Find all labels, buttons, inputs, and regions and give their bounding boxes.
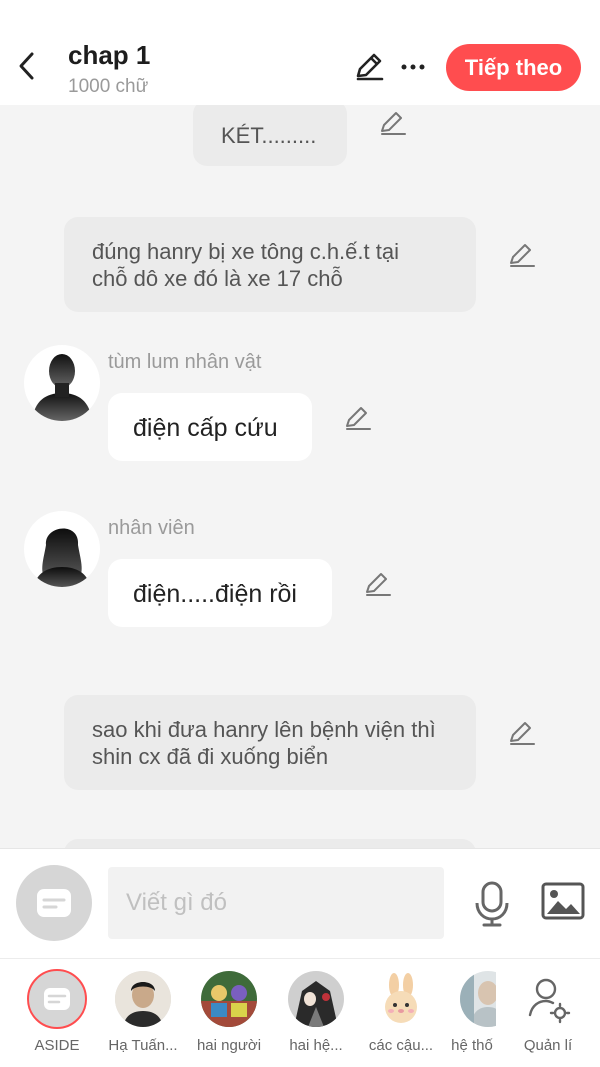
manage-user-icon-wrap <box>520 971 576 1027</box>
avatar <box>288 971 344 1027</box>
image-button[interactable] <box>540 881 586 921</box>
chapter-title: chap 1 <box>68 40 151 70</box>
anime-photo-icon <box>288 971 344 1027</box>
character-label: ASIDE <box>34 1037 80 1054</box>
edit-title-button[interactable] <box>352 50 386 84</box>
character-label: hệ thố <box>451 1037 493 1054</box>
aside-toggle-button[interactable] <box>16 865 92 941</box>
back-button[interactable] <box>12 48 42 84</box>
top-bar: chap 1 1000 chữ Tiếp theo <box>0 0 600 105</box>
narration-text: KÉT......... <box>221 123 317 148</box>
edit-message-button[interactable] <box>378 109 408 139</box>
chat-area[interactable]: KÉT......... đúng hanry bị xe tông c.h.ế… <box>0 105 600 848</box>
pencil-icon <box>381 112 406 135</box>
character-label: Hạ Tuấn... <box>108 1037 178 1054</box>
composer-bar <box>0 848 600 958</box>
character-item[interactable]: hai người <box>189 971 269 1061</box>
male-silhouette-icon <box>32 354 92 421</box>
message-input[interactable] <box>108 867 444 939</box>
pencil-icon <box>510 244 535 267</box>
character-item[interactable]: Hạ Tuấn... <box>103 971 183 1061</box>
narration-bubble[interactable]: sao khi đưa hanry lên bệnh viện thì shin… <box>64 695 476 790</box>
word-count: 1000 chữ <box>68 76 149 97</box>
narration-text-line: chỗ dô xe đó là xe 17 chỗ <box>92 266 343 291</box>
anime-photo-icon <box>201 971 257 1027</box>
narration-bubble[interactable] <box>64 839 476 848</box>
pencil-icon <box>366 573 391 596</box>
more-dots-icon <box>401 64 425 70</box>
avatar[interactable] <box>24 511 100 587</box>
avatar <box>460 971 496 1027</box>
message-text: điện cấp cứu <box>133 414 278 442</box>
edit-message-button[interactable] <box>507 719 537 749</box>
person-photo-icon <box>460 971 496 1027</box>
message-text: điện.....điện rồi <box>133 580 297 608</box>
more-options-button[interactable] <box>398 52 428 82</box>
narration-text-line: đúng hanry bị xe tông c.h.ế.t tại <box>92 239 399 264</box>
character-name: nhân viên <box>108 517 195 539</box>
character-item-aside[interactable]: ASIDE <box>17 969 97 1061</box>
aside-icon <box>44 988 70 1010</box>
edit-message-button[interactable] <box>363 570 393 600</box>
manage-user-icon <box>528 978 571 1024</box>
narration-text-line: sao khi đưa hanry lên bệnh viện thì <box>92 717 436 742</box>
character-item[interactable]: hệ thố <box>448 971 496 1061</box>
next-button[interactable]: Tiếp theo <box>446 44 581 91</box>
character-label: các cậu... <box>368 1037 434 1054</box>
chevron-left-icon <box>19 52 34 80</box>
aside-icon <box>37 889 71 917</box>
aside-thumb <box>27 969 87 1029</box>
character-label: hai người <box>196 1037 262 1054</box>
character-label: hai hệ... <box>289 1037 343 1054</box>
narration-bubble[interactable]: đúng hanry bị xe tông c.h.ế.t tại chỗ dô… <box>64 217 476 312</box>
female-silhouette-icon <box>34 528 90 587</box>
avatar <box>115 971 171 1027</box>
character-bar: ASIDE Hạ Tuấn... hai người hai hệ... các… <box>0 958 600 1067</box>
character-bubble[interactable]: điện.....điện rồi <box>108 559 332 627</box>
character-bubble[interactable]: điện cấp cứu <box>108 393 312 461</box>
person-photo-icon <box>115 971 171 1027</box>
microphone-button[interactable] <box>470 879 514 929</box>
pencil-icon <box>510 722 535 745</box>
pencil-icon <box>346 407 371 430</box>
narration-bubble[interactable]: KÉT......... <box>193 105 347 166</box>
character-name: tùm lum nhân vật <box>108 351 262 373</box>
character-item[interactable]: các cậu... <box>361 971 441 1061</box>
avatar <box>373 971 429 1027</box>
bunny-sticker-icon <box>373 971 429 1027</box>
edit-message-button[interactable] <box>343 404 373 434</box>
avatar[interactable] <box>24 345 100 421</box>
character-label: Quản lí <box>523 1037 573 1054</box>
character-item[interactable]: hai hệ... <box>276 971 356 1061</box>
pencil-icon <box>356 53 384 81</box>
manage-characters-button[interactable]: Quản lí <box>508 971 588 1061</box>
edit-message-button[interactable] <box>507 241 537 271</box>
image-icon <box>541 882 585 920</box>
avatar <box>201 971 257 1027</box>
microphone-icon <box>475 881 509 927</box>
narration-text-line: shin cx đã đi xuống biển <box>92 744 329 769</box>
